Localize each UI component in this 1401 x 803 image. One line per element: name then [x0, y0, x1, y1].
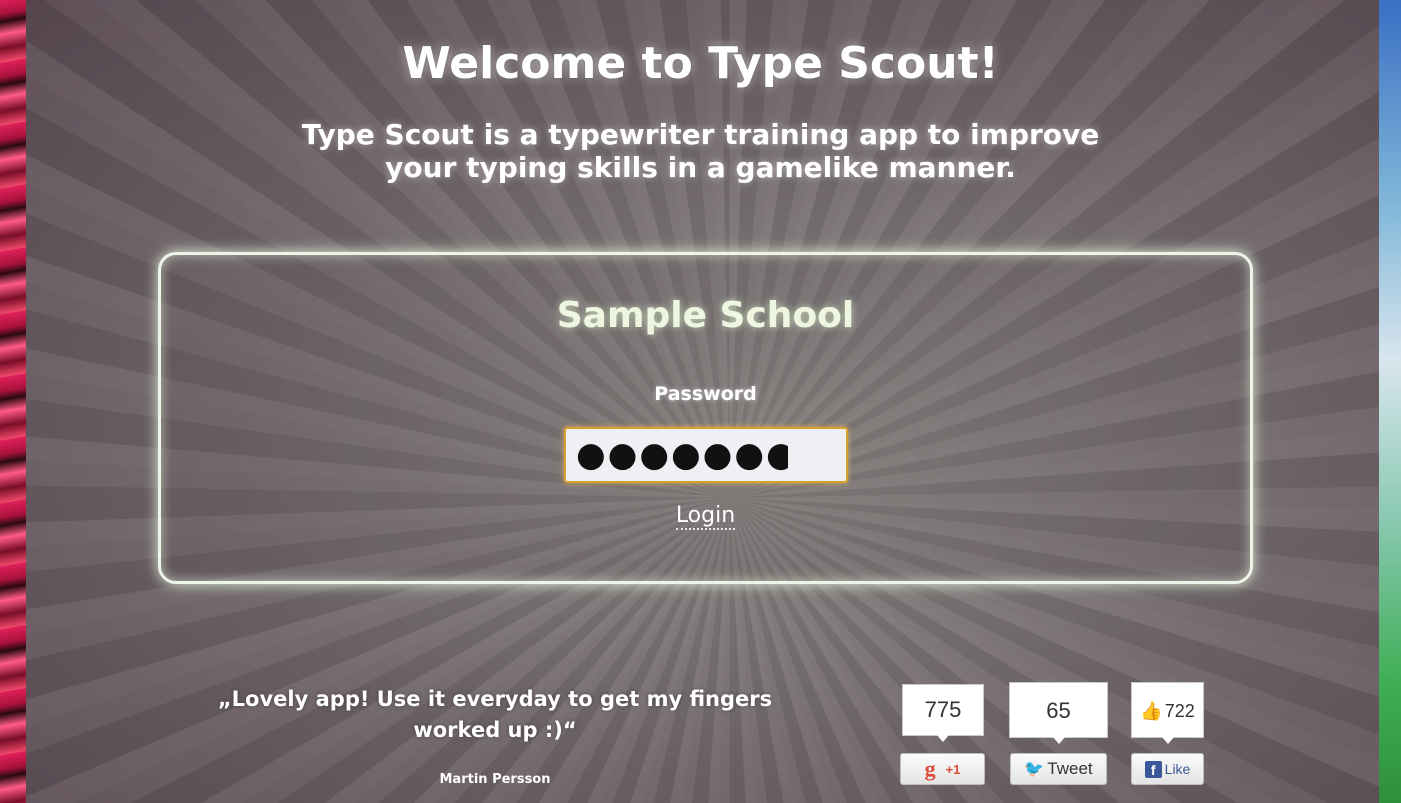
twitter-count: 65: [1046, 698, 1071, 723]
facebook-f-icon: f: [1144, 760, 1162, 778]
subtitle-line-1: Type Scout is a typewriter training app …: [301, 118, 1100, 151]
thumbs-up-icon: 👍: [1140, 701, 1163, 721]
login-link-wrap: Login: [161, 503, 1250, 530]
gplus-label: +1: [945, 761, 961, 777]
twitter-count-bubble: 65: [1009, 682, 1108, 744]
like-label: Like: [1164, 761, 1191, 777]
page-title: Welcome to Type Scout!: [402, 38, 999, 89]
testimonial-author: Martin Persson: [439, 772, 551, 787]
page-subtitle: Type Scout is a typewriter training app …: [0, 118, 1401, 184]
login-panel: Sample School Password Login: [158, 252, 1253, 584]
facebook-count-bubble: 👍 722: [1131, 682, 1204, 744]
password-label: Password: [654, 383, 757, 405]
login-link[interactable]: Login: [675, 503, 736, 530]
gplus-count-bubble: 775: [902, 684, 984, 742]
facebook-like-button[interactable]: f Like: [1131, 753, 1204, 785]
twitter-bird-icon: 🐦: [1024, 761, 1045, 778]
testimonial-quote: „Lovely app! Use it everyday to get my f…: [180, 684, 810, 746]
gplus-count: 775: [924, 697, 962, 722]
password-input[interactable]: [564, 427, 848, 483]
school-name: Sample School: [556, 295, 855, 336]
facebook-count: 722: [1164, 701, 1195, 721]
tweet-button[interactable]: 🐦 Tweet: [1010, 753, 1107, 785]
quote-line-1: „Lovely app! Use it everyday to get my f…: [217, 687, 773, 711]
g-icon: g: [924, 756, 936, 781]
quote-line-2: worked up :)“: [413, 718, 577, 742]
subtitle-line-2: your typing skills in a gamelike manner.: [385, 151, 1016, 184]
tweet-label: Tweet: [1047, 759, 1093, 778]
gplus-button[interactable]: g +1: [900, 753, 985, 785]
